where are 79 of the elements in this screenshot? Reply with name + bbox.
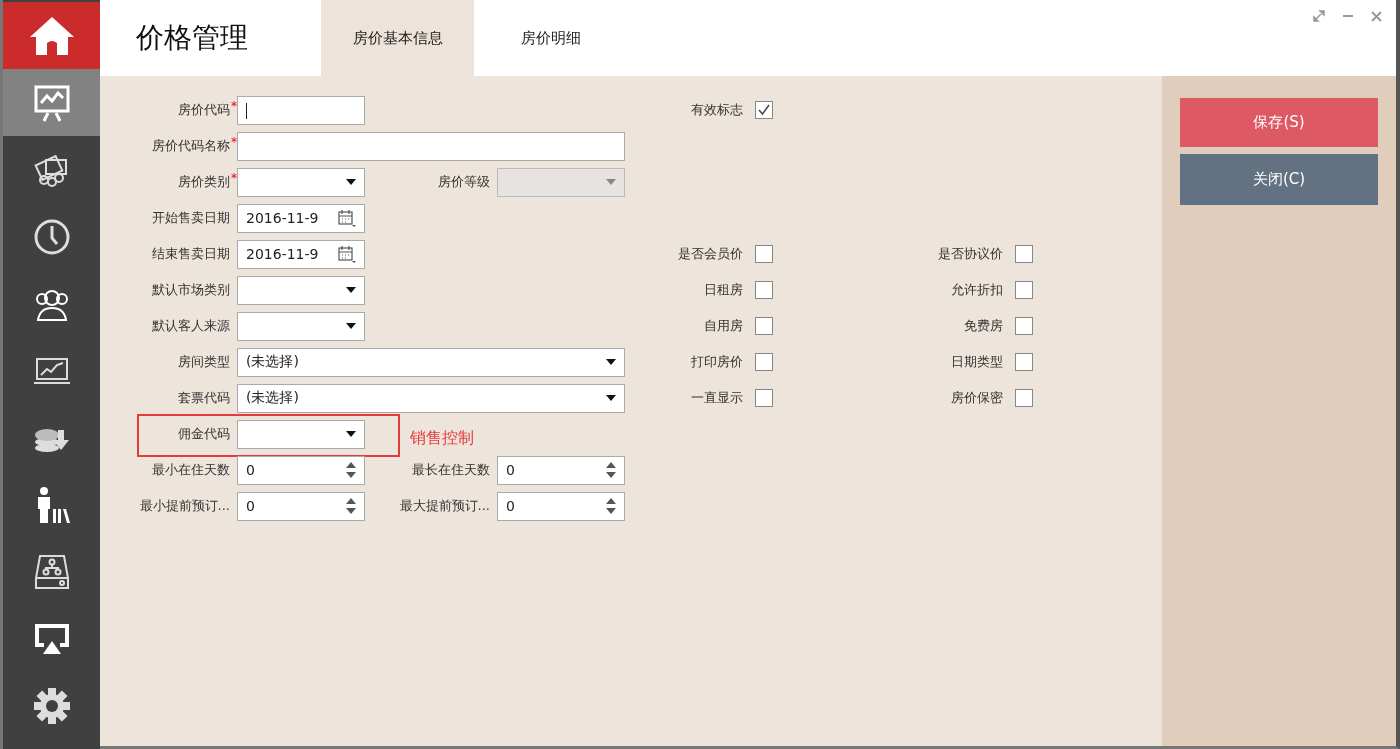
checkbox[interactable] [755,317,773,335]
checkbox[interactable] [755,101,773,119]
checkbox-label: 日期类型 [951,353,1003,371]
spinner-arrows-icon [346,498,356,514]
field-label: 默认客人来源 [152,317,230,335]
dropdown-caret-icon [606,395,616,401]
checkbox-label: 有效标志 [691,101,743,119]
checkbox-label: 自用房 [704,317,743,335]
required-mark: * [231,171,237,185]
field-label: 房价等级 [438,173,490,191]
dropdown-caret-icon [606,179,616,185]
dropdown[interactable] [237,419,365,449]
dropdown-caret-icon [346,179,356,185]
checkbox[interactable] [1015,281,1033,299]
dropdown[interactable] [237,311,365,341]
field-label: 结束售卖日期 [152,245,230,263]
checkbox-label: 日租房 [704,281,743,299]
checkbox[interactable] [1015,353,1033,371]
calendar-icon [338,245,356,263]
checkbox[interactable] [755,281,773,299]
field-label: 最长在住天数 [412,461,490,479]
settings-icon [31,685,72,726]
dropdown[interactable] [237,275,365,305]
action-button[interactable]: 保存(S) [1180,98,1378,147]
dropdown-caret-icon [346,323,356,329]
checkbox-label: 是否会员价 [678,245,743,263]
number-field[interactable]: 0 [237,455,365,485]
dropdown[interactable]: (未选择) [237,383,625,413]
spinner-arrows-icon [606,498,616,514]
field-label: 最小提前预订... [139,497,230,515]
field-label: 房价类别 [178,173,230,191]
dropdown-caret-icon [346,431,356,437]
checkbox[interactable] [755,389,773,407]
number-field[interactable]: 0 [237,491,365,521]
field-label: 开始售卖日期 [152,209,230,227]
field-label: 房间类型 [178,353,230,371]
checkbox-label: 允许折扣 [951,281,1003,299]
required-mark: * [231,99,237,113]
checkbox-label: 是否协议价 [938,245,1003,263]
input-field[interactable] [237,131,625,161]
date-field[interactable]: 2016-11-9 [237,239,365,269]
checkbox[interactable] [1015,245,1033,263]
field-label: 房价代码 [178,101,230,119]
field-label: 套票代码 [178,389,230,407]
checkbox[interactable] [755,245,773,263]
minimize-icon[interactable] [1343,14,1353,18]
home-button[interactable] [3,2,100,69]
checkbox[interactable] [1015,317,1033,335]
date-field[interactable]: 2016-11-9 [237,203,365,233]
page-title: 价格管理 [135,20,249,56]
checkbox-label: 房价保密 [951,389,1003,407]
spinner-arrows-icon [606,462,616,478]
field-label: 默认市场类别 [152,281,230,299]
number-field[interactable]: 0 [497,491,625,521]
close-icon[interactable] [1371,10,1382,22]
annotation-text: 销售控制 [409,427,475,449]
field-label: 房价代码名称 [152,137,230,155]
dropdown-caret-icon [346,287,356,293]
dropdown[interactable]: (未选择) [237,347,625,377]
spinner-arrows-icon [346,462,356,478]
dropdown-caret-icon [606,359,616,365]
field-label: 最大提前预订... [399,497,490,515]
input-field[interactable] [237,95,365,125]
field-label: 佣金代码 [178,425,230,443]
field-label: 最小在住天数 [152,461,230,479]
calendar-icon [338,209,356,227]
required-mark: * [231,135,237,149]
checkbox-label: 一直显示 [691,389,743,407]
action-button[interactable]: 关闭(C) [1180,154,1378,205]
maximize-icon[interactable] [1313,10,1325,22]
dropdown[interactable] [237,167,365,197]
checkbox-label: 打印房价 [691,353,743,371]
check-icon [758,104,770,116]
number-field[interactable]: 0 [497,455,625,485]
checkbox[interactable] [1015,389,1033,407]
tab[interactable]: 房价基本信息 [321,0,474,76]
tab[interactable]: 房价明细 [474,0,627,76]
checkbox[interactable] [755,353,773,371]
checkbox-label: 免费房 [964,317,1003,335]
